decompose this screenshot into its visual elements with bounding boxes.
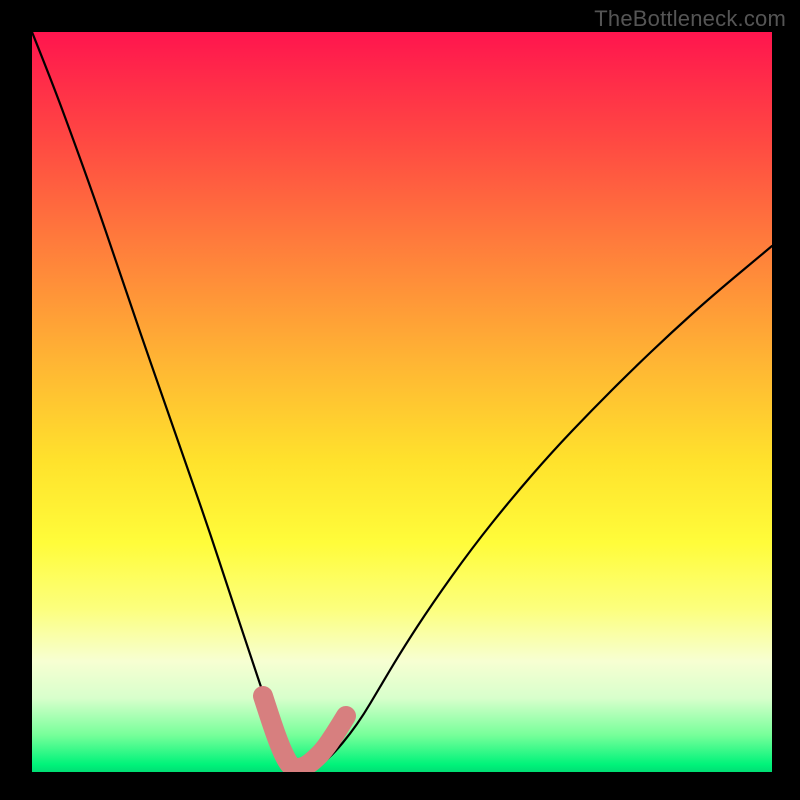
plot-area [32,32,772,772]
trough-highlight [263,696,346,768]
bottleneck-curve [32,32,772,768]
curve-svg [32,32,772,772]
watermark-text: TheBottleneck.com [594,6,786,32]
